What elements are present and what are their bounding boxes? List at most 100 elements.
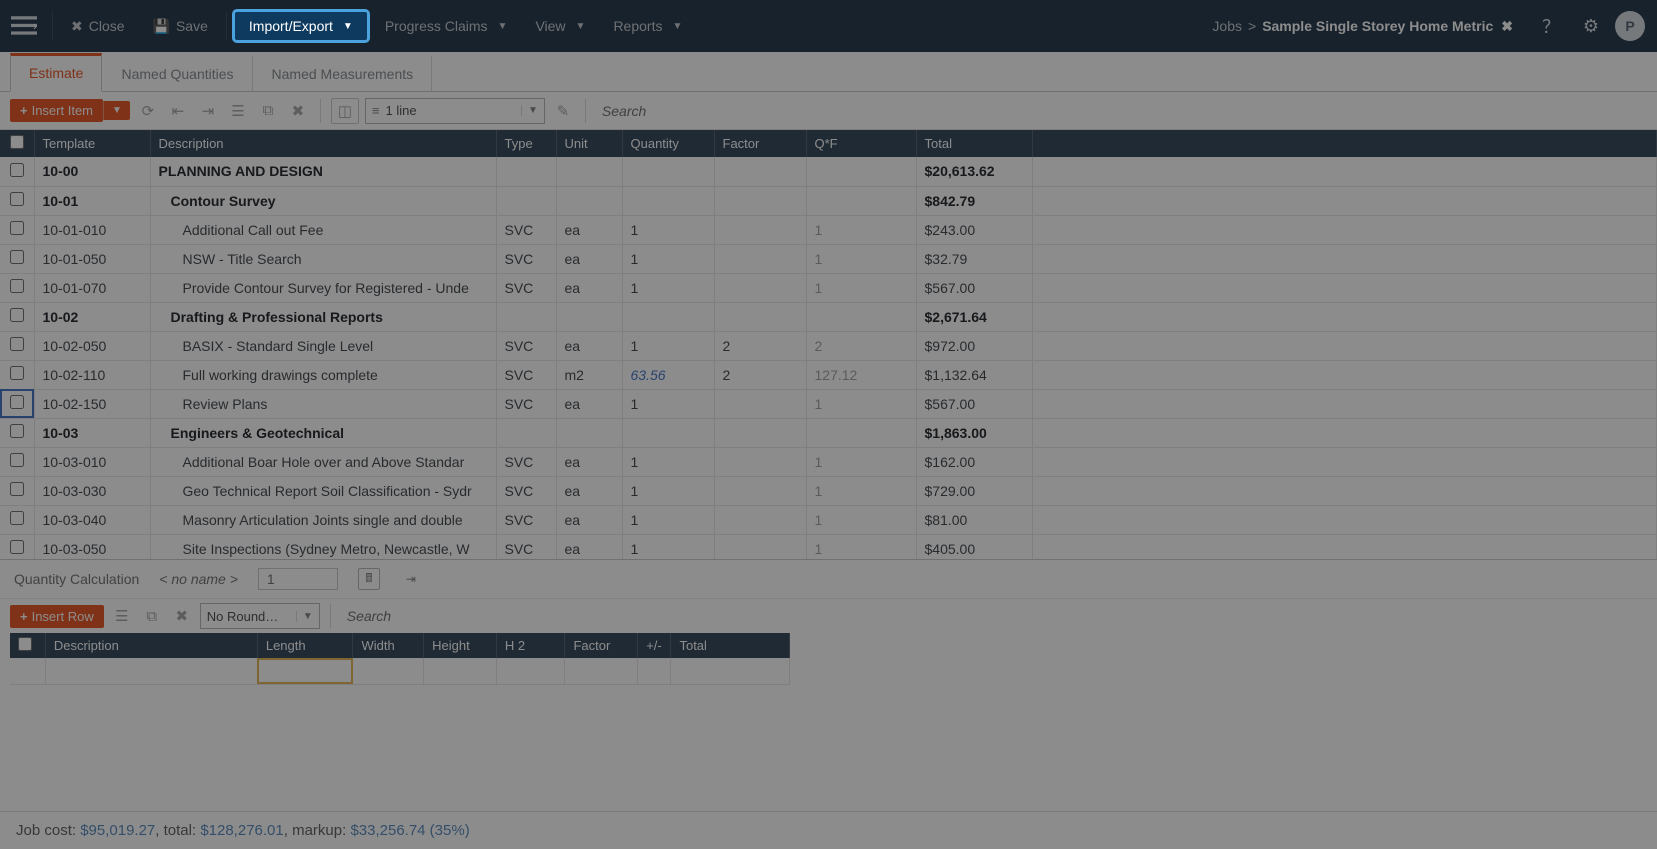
calc-header-pm[interactable]: +/- [638,633,671,658]
row-checkbox[interactable] [0,389,34,418]
cell-total[interactable]: $405.00 [916,534,1032,560]
estimate-grid-wrap[interactable]: Template Description Type Unit Quantity … [0,130,1657,560]
calc-cell-total[interactable] [671,658,790,684]
breadcrumb-job[interactable]: Sample Single Storey Home Metric [1262,18,1493,34]
cell-unit[interactable]: m2 [556,360,622,389]
cell-total[interactable]: $972.00 [916,331,1032,360]
cell-type[interactable] [496,157,556,186]
cell-quantity[interactable] [622,418,714,447]
cell-unit[interactable]: ea [556,476,622,505]
cell-qf[interactable]: 1 [806,534,916,560]
cell-template[interactable]: 10-01-050 [34,244,150,273]
cell-quantity[interactable]: 1 [622,244,714,273]
calc-row-checkbox[interactable] [10,658,45,684]
cell-template[interactable]: 10-03-050 [34,534,150,560]
menu-toggle[interactable]: › [0,16,48,36]
cell-template[interactable]: 10-01-010 [34,215,150,244]
cell-template[interactable]: 10-00 [34,157,150,186]
cell-qf[interactable]: 1 [806,447,916,476]
cell-unit[interactable]: ea [556,273,622,302]
calc-header-h2[interactable]: H 2 [496,633,565,658]
cell-description[interactable]: Site Inspections (Sydney Metro, Newcastl… [150,534,496,560]
cell-unit[interactable] [556,186,622,215]
header-quantity[interactable]: Quantity [622,130,714,157]
row-checkbox[interactable] [0,331,34,360]
table-row[interactable]: 10-00PLANNING AND DESIGN$20,613.62 [0,157,1657,186]
cell-qf[interactable] [806,157,916,186]
outdent-button[interactable]: ⇤ [166,99,190,123]
tab-named-measurements[interactable]: Named Measurements [253,56,433,91]
indent-button[interactable]: ⇥ [196,99,220,123]
cell-factor[interactable]: 2 [714,331,806,360]
cell-qf[interactable] [806,302,916,331]
cell-unit[interactable] [556,418,622,447]
table-row[interactable]: 10-03-010Additional Boar Hole over and A… [0,447,1657,476]
cell-description[interactable]: NSW - Title Search [150,244,496,273]
cell-type[interactable]: SVC [496,505,556,534]
calc-delete-button[interactable]: ✖ [170,604,194,628]
table-row[interactable]: 10-03-050Site Inspections (Sydney Metro,… [0,534,1657,560]
calc-cell-h2[interactable] [496,658,565,684]
view-dropdown[interactable]: View ▼ [521,0,599,52]
cell-type[interactable] [496,302,556,331]
cell-description[interactable]: Masonry Articulation Joints single and d… [150,505,496,534]
cell-qf[interactable]: 1 [806,476,916,505]
cell-factor[interactable] [714,186,806,215]
cell-qf[interactable]: 1 [806,505,916,534]
calc-cell-pm[interactable] [638,658,671,684]
calc-header-width[interactable]: Width [353,633,424,658]
refresh-button[interactable]: ⟳ [136,99,160,123]
delete-button[interactable]: ✖ [286,99,310,123]
cell-template[interactable]: 10-02-050 [34,331,150,360]
calc-page-input[interactable]: 1 [258,568,338,590]
row-checkbox[interactable] [0,215,34,244]
cell-qf[interactable]: 127.12 [806,360,916,389]
cell-total[interactable]: $842.79 [916,186,1032,215]
calculator-button[interactable]: 🖩 [358,568,380,590]
cell-total[interactable]: $20,613.62 [916,157,1032,186]
close-button[interactable]: ✖ Close [57,0,139,52]
cell-qf[interactable]: 2 [806,331,916,360]
row-checkbox[interactable] [0,534,34,560]
cell-quantity[interactable] [622,302,714,331]
cell-unit[interactable] [556,302,622,331]
cell-quantity[interactable]: 1 [622,273,714,302]
cell-template[interactable]: 10-02-150 [34,389,150,418]
row-checkbox[interactable] [0,476,34,505]
cell-quantity[interactable]: 1 [622,331,714,360]
cell-factor[interactable] [714,476,806,505]
calc-cell-length[interactable] [257,658,353,684]
cell-total[interactable]: $729.00 [916,476,1032,505]
cell-template[interactable]: 10-02 [34,302,150,331]
cell-factor[interactable] [714,302,806,331]
cell-qf[interactable]: 1 [806,215,916,244]
calc-header-total[interactable]: Total [671,633,790,658]
cell-description[interactable]: Geo Technical Report Soil Classification… [150,476,496,505]
cell-factor[interactable] [714,157,806,186]
cell-quantity[interactable]: 1 [622,447,714,476]
cell-type[interactable]: SVC [496,447,556,476]
cell-quantity[interactable]: 1 [622,389,714,418]
cell-template[interactable]: 10-03-040 [34,505,150,534]
cell-type[interactable] [496,186,556,215]
header-total[interactable]: Total [916,130,1032,157]
header-qf[interactable]: Q*F [806,130,916,157]
table-row[interactable]: 10-02-050BASIX - Standard Single LevelSV… [0,331,1657,360]
row-checkbox[interactable] [0,360,34,389]
cell-factor[interactable] [714,534,806,560]
cell-unit[interactable]: ea [556,534,622,560]
header-unit[interactable]: Unit [556,130,622,157]
save-button[interactable]: 💾 Save [139,0,222,52]
cell-type[interactable]: SVC [496,273,556,302]
cell-quantity[interactable]: 1 [622,476,714,505]
import-export-dropdown[interactable]: Import/Export ▼ [235,12,367,40]
avatar[interactable]: P [1615,11,1645,41]
cell-qf[interactable] [806,418,916,447]
cell-factor[interactable]: 2 [714,360,806,389]
insert-row-button[interactable]: + Insert Row [10,605,104,628]
calc-header-description[interactable]: Description [45,633,257,658]
cell-unit[interactable] [556,157,622,186]
table-row[interactable]: 10-01-010Additional Call out FeeSVCea11$… [0,215,1657,244]
row-checkbox[interactable] [0,447,34,476]
tab-estimate[interactable]: Estimate [10,53,102,92]
